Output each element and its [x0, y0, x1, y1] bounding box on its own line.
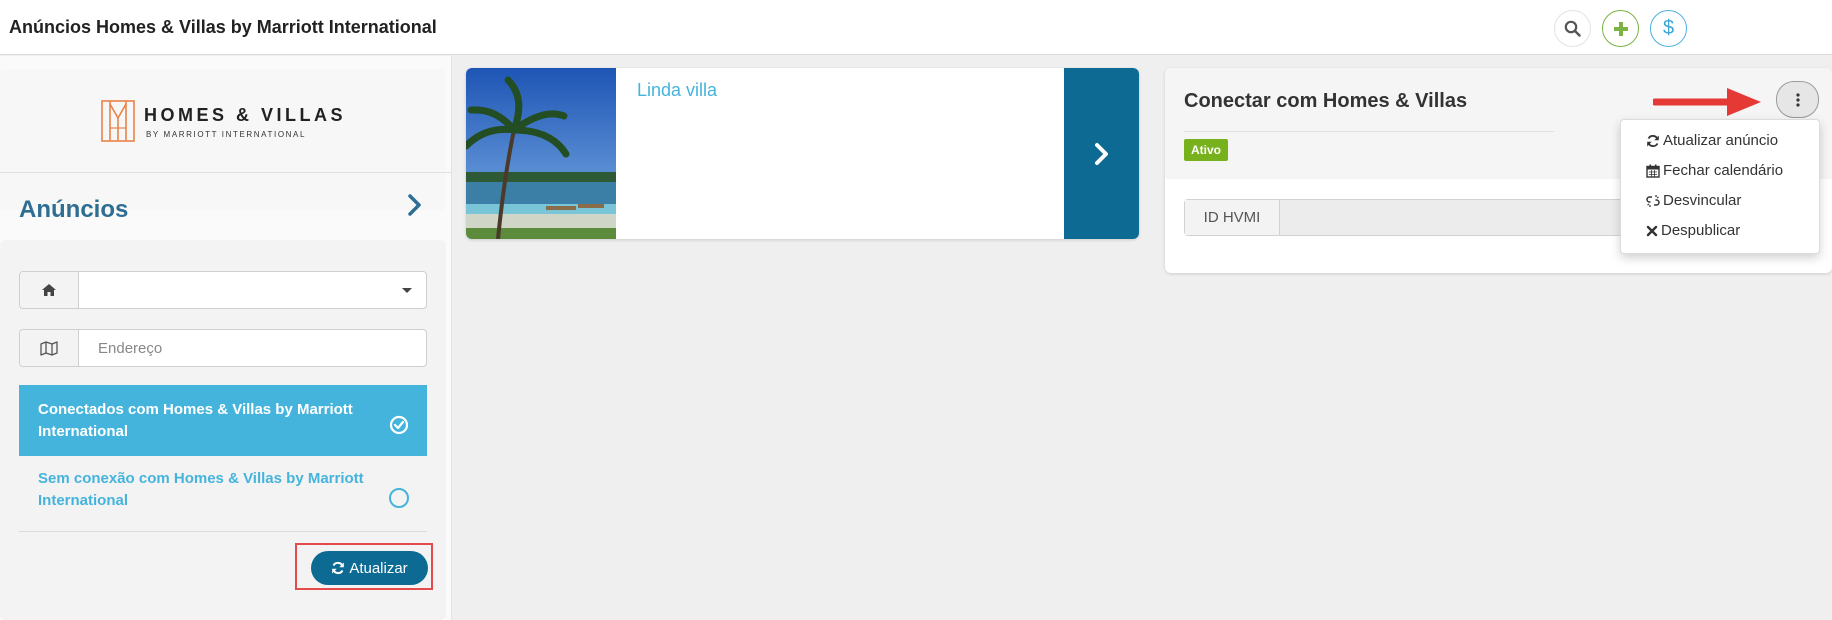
refresh-icon	[1647, 134, 1659, 147]
logo-wordmark: HOMES & VILLAS	[144, 105, 347, 125]
status-badge: Ativo	[1184, 139, 1228, 161]
caret-down-icon	[402, 288, 412, 293]
check-circle-icon	[389, 415, 409, 435]
radio-empty-icon	[389, 488, 409, 508]
dollar-icon: $	[1662, 17, 1675, 39]
address-input[interactable]: Endereço	[19, 329, 427, 367]
top-bar: Anúncios Homes & Villas by Marriott Inte…	[0, 0, 1832, 55]
search-icon	[1564, 20, 1581, 37]
arrow-annotation-icon	[1653, 88, 1761, 116]
home-icon	[42, 284, 56, 296]
filter-not-connected-label: Sem conexão com Homes & Villas by Marrio…	[38, 470, 364, 509]
property-select[interactable]	[19, 271, 427, 309]
search-button[interactable]	[1554, 10, 1591, 47]
refresh-icon	[332, 561, 345, 575]
menu-item-label: Fechar calendário	[1663, 162, 1784, 179]
page-title: Anúncios Homes & Villas by Marriott Inte…	[9, 17, 437, 37]
logo-subtitle: BY MARRIOTT INTERNATIONAL	[146, 130, 307, 139]
options-menu: Atualizar anúncio Fechar calendário Desv…	[1620, 119, 1820, 254]
menu-item-label: Atualizar anúncio	[1663, 132, 1779, 149]
chevron-right-icon	[1094, 142, 1108, 165]
listing-photo	[466, 68, 616, 239]
menu-item-unpublish[interactable]: Despublicar	[1646, 222, 1740, 239]
hvmi-id-field: ID HVMI	[1184, 199, 1644, 236]
add-button[interactable]	[1602, 10, 1639, 47]
update-button-label: Atualizar	[349, 559, 408, 577]
property-select-addon	[20, 272, 79, 308]
menu-item-label: Desvincular	[1663, 192, 1742, 209]
plus-icon	[1613, 21, 1628, 36]
channel-logo: HOMES & VILLAS BY MARRIOTT INTERNATIONAL	[0, 69, 446, 210]
chevron-right-icon[interactable]	[405, 192, 425, 218]
sidebar: HOMES & VILLAS BY MARRIOTT INTERNATIONAL…	[0, 56, 452, 620]
filter-connected[interactable]: Conectados com Homes & Villas by Marriot…	[19, 385, 427, 456]
divider	[0, 172, 452, 173]
menu-item-update-listing[interactable]: Atualizar anúncio	[1646, 132, 1778, 149]
hvmi-id-label: ID HVMI	[1185, 200, 1280, 235]
listing-name[interactable]: Linda villa	[637, 80, 717, 101]
filter-not-connected[interactable]: Sem conexão com Homes & Villas by Marrio…	[19, 457, 427, 528]
address-input-placeholder: Endereço	[98, 340, 163, 357]
divider	[19, 531, 427, 532]
calendar-icon	[1646, 164, 1660, 178]
address-input-addon	[20, 330, 79, 366]
divider	[1184, 131, 1554, 132]
listing-open-button[interactable]	[1064, 68, 1139, 239]
menu-item-close-calendar[interactable]: Fechar calendário	[1646, 162, 1783, 179]
kebab-menu-icon	[1795, 92, 1800, 107]
update-button[interactable]: Atualizar	[311, 551, 428, 585]
menu-item-unlink[interactable]: Desvincular	[1646, 192, 1741, 209]
more-options-button[interactable]	[1776, 81, 1819, 118]
homes-villas-logo-icon	[101, 100, 135, 142]
map-icon	[40, 340, 58, 356]
listing-card[interactable]: Linda villa	[466, 68, 1139, 239]
close-icon	[1646, 225, 1658, 236]
filter-connected-label: Conectados com Homes & Villas by Marriot…	[38, 401, 353, 440]
menu-item-label: Despublicar	[1661, 222, 1741, 239]
section-title: Anúncios	[19, 196, 129, 223]
pricing-button[interactable]: $	[1650, 10, 1687, 47]
connect-panel-title: Conectar com Homes & Villas	[1184, 90, 1468, 112]
unlink-icon	[1646, 194, 1660, 207]
